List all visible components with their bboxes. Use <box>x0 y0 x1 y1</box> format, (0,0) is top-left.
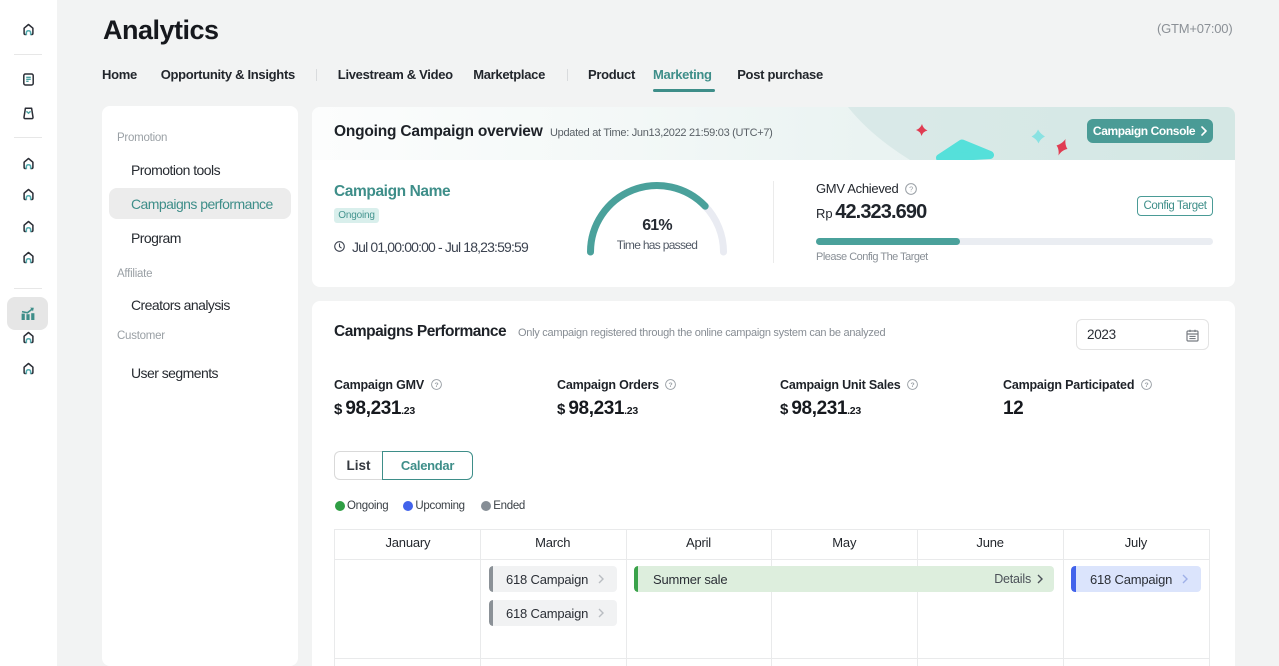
svg-text:?: ? <box>1144 382 1148 389</box>
svg-text:?: ? <box>669 382 673 389</box>
svg-text:?: ? <box>434 382 438 389</box>
svg-text:?: ? <box>909 185 913 194</box>
svg-text:?: ? <box>911 382 915 389</box>
